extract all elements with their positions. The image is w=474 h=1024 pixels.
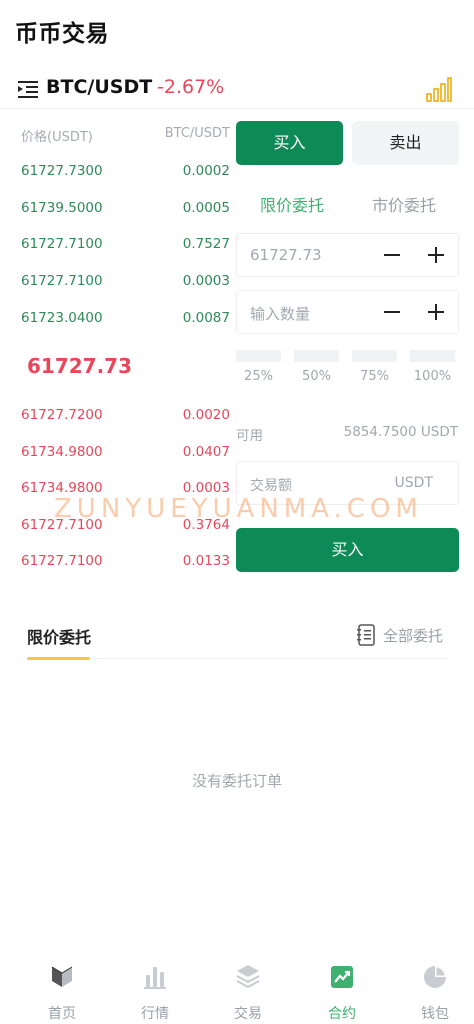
wallet-icon <box>424 966 446 988</box>
contract-icon <box>331 966 353 988</box>
orderbook-price: 61727.7100 <box>21 553 103 569</box>
orderbook-buy-row[interactable]: 61727.7300 0.0002 <box>0 163 234 183</box>
orderbook-buy-row[interactable]: 61739.5000 0.0005 <box>0 200 234 220</box>
sell-tab[interactable]: 卖出 <box>352 121 459 165</box>
market-icon <box>144 967 166 989</box>
active-tab-underline <box>27 657 90 660</box>
empty-orders-message: 没有委托订单 <box>191 772 282 790</box>
market-order-tab[interactable]: 市价委托 <box>372 192 436 216</box>
trade-icon <box>236 965 260 989</box>
orderbook-price: 61727.7300 <box>21 163 103 179</box>
percent-label[interactable]: 25% <box>236 369 281 384</box>
orderbook-amount: 0.0002 <box>182 163 230 179</box>
watermark: ZUNYUEYUANMA.COM <box>54 494 423 524</box>
limit-order-tab[interactable]: 限价委托 <box>260 192 324 216</box>
trade-amount-unit: USDT <box>394 475 433 491</box>
orderbook-amount: 0.0133 <box>182 553 230 569</box>
bottom-nav: 首页 行情 交易 合约 钱包 <box>0 955 474 1024</box>
orderbook-amount: 0.0005 <box>182 200 230 216</box>
available-value: 5854.7500 USDT <box>343 424 458 440</box>
nav-contract[interactable]: 合约 <box>312 963 372 1022</box>
nav-market[interactable]: 行情 <box>125 963 185 1022</box>
chart-icon[interactable] <box>426 76 452 102</box>
orders-divider <box>27 658 448 659</box>
percent-label[interactable]: 100% <box>410 369 455 384</box>
nav-wallet[interactable]: 钱包 <box>405 963 465 1022</box>
menu-icon[interactable] <box>18 80 38 98</box>
last-price: 61727.73 <box>27 354 133 378</box>
plus-icon[interactable] <box>427 301 445 323</box>
quantity-placeholder: 输入数量 <box>250 305 311 323</box>
nav-label: 合约 <box>328 1006 356 1022</box>
pair-name[interactable]: BTC/USDT <box>46 76 152 98</box>
order-list-icon <box>357 624 375 646</box>
percent-bar-75[interactable] <box>352 350 397 362</box>
buy-submit-button[interactable]: 买入 <box>236 528 459 572</box>
orderbook-price: 61739.5000 <box>21 200 103 216</box>
orderbook-price-header: 价格(USDT) <box>21 130 93 145</box>
percent-bar-25[interactable] <box>236 350 281 362</box>
orderbook-sell-row[interactable]: 61734.9800 0.0407 <box>0 444 234 464</box>
pair-header: BTC/USDT -2.67% <box>0 66 474 110</box>
orderbook-amount: 0.7527 <box>182 236 230 252</box>
home-icon <box>51 966 73 987</box>
percent-label[interactable]: 75% <box>352 369 397 384</box>
nav-home[interactable]: 首页 <box>32 963 92 1022</box>
nav-label: 交易 <box>234 1006 262 1022</box>
orderbook-sell-row[interactable]: 61727.7200 0.0020 <box>0 407 234 427</box>
pair-change: -2.67% <box>157 76 225 98</box>
orderbook-price: 61727.7200 <box>21 407 103 423</box>
percent-label[interactable]: 50% <box>294 369 339 384</box>
buy-tab[interactable]: 买入 <box>236 121 343 165</box>
orderbook-buy-row[interactable]: 61727.7100 0.0003 <box>0 273 234 293</box>
percent-bar-50[interactable] <box>294 350 339 362</box>
quantity-input[interactable]: 输入数量 <box>236 290 459 334</box>
nav-label: 首页 <box>48 1006 76 1022</box>
nav-trade[interactable]: 交易 <box>218 963 278 1022</box>
tab-limit-orders[interactable]: 限价委托 <box>27 624 91 648</box>
nav-label: 钱包 <box>421 1006 449 1022</box>
orderbook-price: 61734.9800 <box>21 444 103 460</box>
all-orders-label: 全部委托 <box>383 627 444 645</box>
orderbook-amount-header: BTC/USDT <box>164 126 230 141</box>
minus-icon[interactable] <box>383 301 401 323</box>
orderbook-amount: 0.0003 <box>182 273 230 289</box>
page-title: 币币交易 <box>15 21 109 47</box>
orderbook-price: 61727.7100 <box>21 236 103 252</box>
orderbook-amount: 0.0020 <box>182 407 230 423</box>
orderbook-amount: 0.0407 <box>182 444 230 460</box>
orderbook-price: 61727.7100 <box>21 273 103 289</box>
orderbook-amount: 0.0087 <box>182 310 230 326</box>
orderbook-buy-row[interactable]: 61727.7100 0.7527 <box>0 236 234 256</box>
nav-label: 行情 <box>141 1006 169 1022</box>
trade-amount-label: 交易额 <box>250 478 292 494</box>
price-input[interactable]: 61727.73 <box>236 233 459 277</box>
percent-bar-100[interactable] <box>410 350 455 362</box>
plus-icon[interactable] <box>427 244 445 266</box>
header-divider <box>0 108 474 109</box>
orderbook-buy-row[interactable]: 61723.0400 0.0087 <box>0 310 234 330</box>
minus-icon[interactable] <box>383 244 401 266</box>
orderbook-sell-row[interactable]: 61727.7100 0.0133 <box>0 553 234 573</box>
available-label: 可用 <box>236 428 263 444</box>
price-value: 61727.73 <box>250 246 322 264</box>
orderbook-price: 61723.0400 <box>21 310 103 326</box>
